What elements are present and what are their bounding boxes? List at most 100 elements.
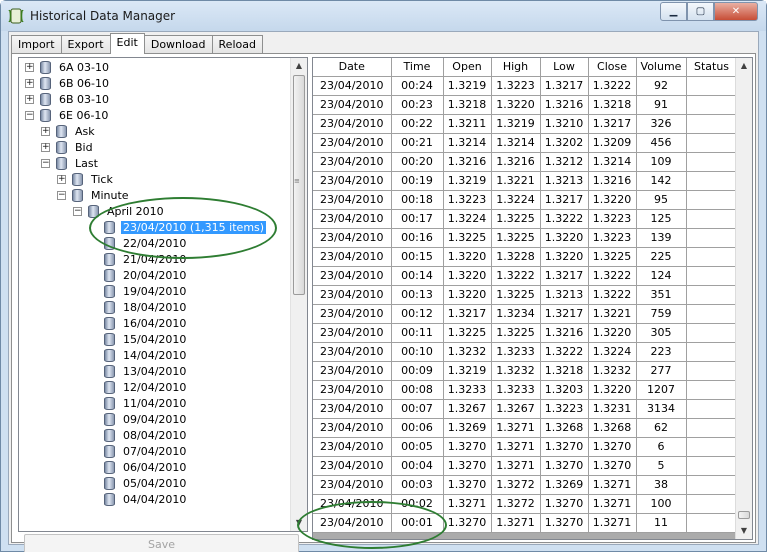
column-header[interactable]: Low [540,58,589,77]
table-cell[interactable]: 00:14 [391,266,444,286]
tree-node[interactable]: 15/04/2010 [89,331,188,347]
table-row[interactable]: 23/04/2010 00:21 1.3214 1.3214 1.3202 1.3209 4… [313,133,738,153]
table-row[interactable]: 23/04/2010 00:08 1.3233 1.3233 1.3203 1.3220 1… [313,380,738,400]
tree-scrollbar[interactable]: ▲ ≡ ▼ [290,58,307,531]
table-row[interactable]: 23/04/2010 00:03 1.3270 1.3272 1.3269 1.3271 3… [313,475,738,495]
table-cell[interactable]: 1.3270 [588,437,637,457]
table-cell[interactable]: 23/04/2010 [313,342,392,362]
tree-node[interactable]: 21/04/2010 [89,251,188,267]
scroll-down-arrow-icon[interactable]: ▼ [291,515,307,531]
table-cell[interactable]: 23/04/2010 [313,152,392,172]
table-cell[interactable]: 1.3219 [443,361,492,381]
table-cell[interactable]: 23/04/2010 [313,475,392,495]
table-cell[interactable]: 00:18 [391,190,444,210]
table-cell[interactable]: 100 [636,494,687,514]
table-cell[interactable]: 1.3271 [443,494,492,514]
table-cell[interactable]: 00:16 [391,228,444,248]
tree-node[interactable]: +6B 03-10 [25,91,111,107]
expand-icon[interactable]: + [25,62,34,72]
table-cell[interactable]: 351 [636,285,687,305]
table-cell[interactable]: 1.3220 [540,228,589,248]
table-cell[interactable]: 1.3223 [443,190,492,210]
table-cell[interactable]: 23/04/2010 [313,247,392,267]
table-cell[interactable]: 139 [636,228,687,248]
tree-node[interactable]: 08/04/2010 [89,427,188,443]
table-cell[interactable]: 1.3220 [588,380,637,400]
table-cell[interactable]: 1.3216 [491,152,541,172]
table-cell[interactable] [686,456,738,476]
table-cell[interactable]: 23/04/2010 [313,304,392,324]
table-cell[interactable]: 1.3220 [588,323,637,343]
table-cell[interactable]: 23/04/2010 [313,95,392,115]
table-cell[interactable]: 124 [636,266,687,286]
expand-icon[interactable]: + [57,174,66,184]
table-row[interactable]: 23/04/2010 00:07 1.3267 1.3267 1.3223 1.3231 3… [313,399,738,419]
table-cell[interactable]: 00:12 [391,304,444,324]
tab-export[interactable]: Export [60,35,111,54]
close-button[interactable]: ✕ [714,2,758,21]
table-cell[interactable]: 1.3225 [491,285,541,305]
table-cell[interactable]: 1.3222 [540,342,589,362]
table-row[interactable]: 23/04/2010 00:13 1.3220 1.3225 1.3213 1.3222 3… [313,285,738,305]
table-cell[interactable]: 1.3225 [491,323,541,343]
table-cell[interactable]: 3134 [636,399,687,419]
table-cell[interactable]: 223 [636,342,687,362]
tree-node[interactable]: 06/04/2010 [89,459,188,475]
table-cell[interactable]: 1.3232 [588,361,637,381]
table-cell[interactable] [686,133,738,153]
table-cell[interactable] [686,95,738,115]
table-cell[interactable]: 23/04/2010 [313,513,392,533]
table-cell[interactable]: 1.3216 [540,323,589,343]
table-cell[interactable]: 1.3270 [443,475,492,495]
table-row[interactable]: 23/04/2010 00:09 1.3219 1.3232 1.3218 1.3232 2… [313,361,738,381]
table-cell[interactable]: 456 [636,133,687,153]
table-cell[interactable]: 1.3270 [540,494,589,514]
data-grid[interactable]: Date Time Open High Low Close Volume Status 23/… [312,57,753,540]
table-cell[interactable]: 95 [636,190,687,210]
table-cell[interactable]: 1.3210 [540,114,589,134]
table-cell[interactable]: 1.3221 [588,304,637,324]
table-cell[interactable] [686,304,738,324]
table-cell[interactable]: 00:20 [391,152,444,172]
table-cell[interactable]: 1.3216 [588,171,637,191]
tree-node[interactable]: +6A 03-10 [25,59,111,75]
table-cell[interactable]: 305 [636,323,687,343]
table-cell[interactable]: 00:10 [391,342,444,362]
table-cell[interactable]: 1.3213 [540,171,589,191]
table-cell[interactable]: 00:08 [391,380,444,400]
table-cell[interactable]: 1.3223 [491,76,541,96]
table-cell[interactable]: 00:03 [391,475,444,495]
expand-icon[interactable]: + [41,126,50,136]
table-cell[interactable]: 109 [636,152,687,172]
table-cell[interactable] [686,494,738,514]
table-cell[interactable]: 11 [636,513,687,533]
table-cell[interactable]: 23/04/2010 [313,285,392,305]
table-cell[interactable]: 23/04/2010 [313,266,392,286]
tree-node[interactable]: 20/04/2010 [89,267,188,283]
tab-import[interactable]: Import [11,35,62,54]
table-cell[interactable]: 1.3219 [443,171,492,191]
tree-node[interactable]: − Last [41,155,100,171]
table-cell[interactable]: 1.3224 [588,342,637,362]
table-cell[interactable]: 1.3220 [443,266,492,286]
table-cell[interactable] [686,76,738,96]
collapse-icon[interactable]: − [73,206,82,216]
table-cell[interactable]: 00:15 [391,247,444,267]
column-header[interactable]: Volume [636,58,687,77]
table-cell[interactable]: 6 [636,437,687,457]
table-cell[interactable]: 1.3225 [491,228,541,248]
table-cell[interactable]: 92 [636,76,687,96]
table-cell[interactable]: 125 [636,209,687,229]
table-cell[interactable]: 1.3217 [540,266,589,286]
table-cell[interactable] [686,361,738,381]
table-cell[interactable]: 1.3223 [540,399,589,419]
table-cell[interactable]: 1.3271 [588,475,637,495]
table-cell[interactable]: 1.3270 [540,513,589,533]
tree-node[interactable]: − April 2010 [73,203,166,219]
table-cell[interactable]: 00:09 [391,361,444,381]
table-row[interactable]: 23/04/2010 00:05 1.3270 1.3271 1.3270 1.3270 6 [313,437,738,457]
table-cell[interactable]: 00:24 [391,76,444,96]
table-cell[interactable]: 23/04/2010 [313,228,392,248]
table-cell[interactable]: 1.3223 [588,209,637,229]
table-cell[interactable] [686,437,738,457]
